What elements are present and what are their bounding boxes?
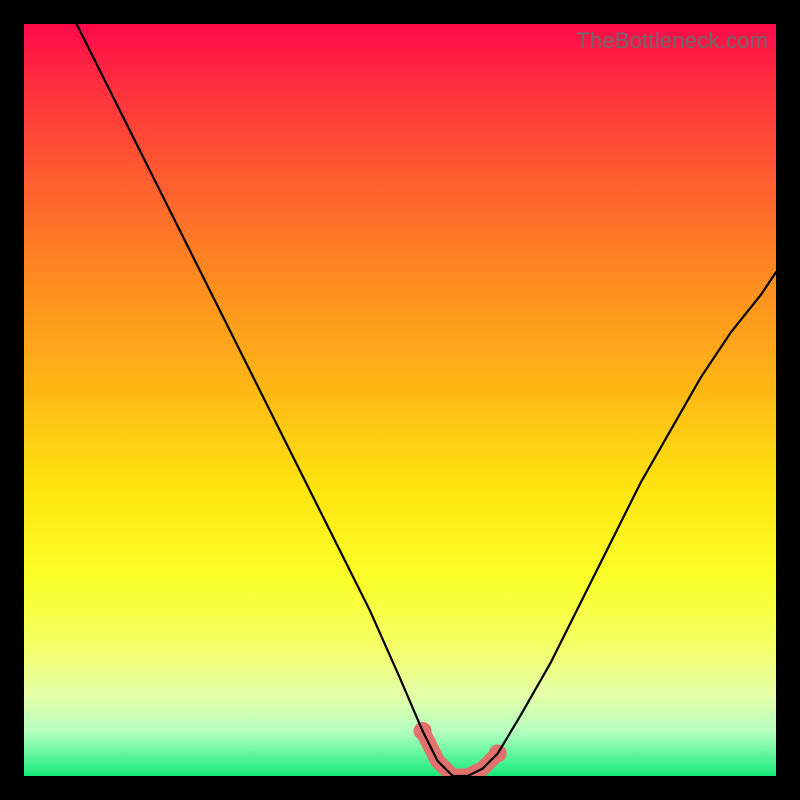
plot-area: TheBottleneck.com [24, 24, 776, 776]
curve-layer [24, 24, 776, 776]
chart-frame: TheBottleneck.com [0, 0, 800, 800]
bottleneck-curve [77, 24, 776, 776]
